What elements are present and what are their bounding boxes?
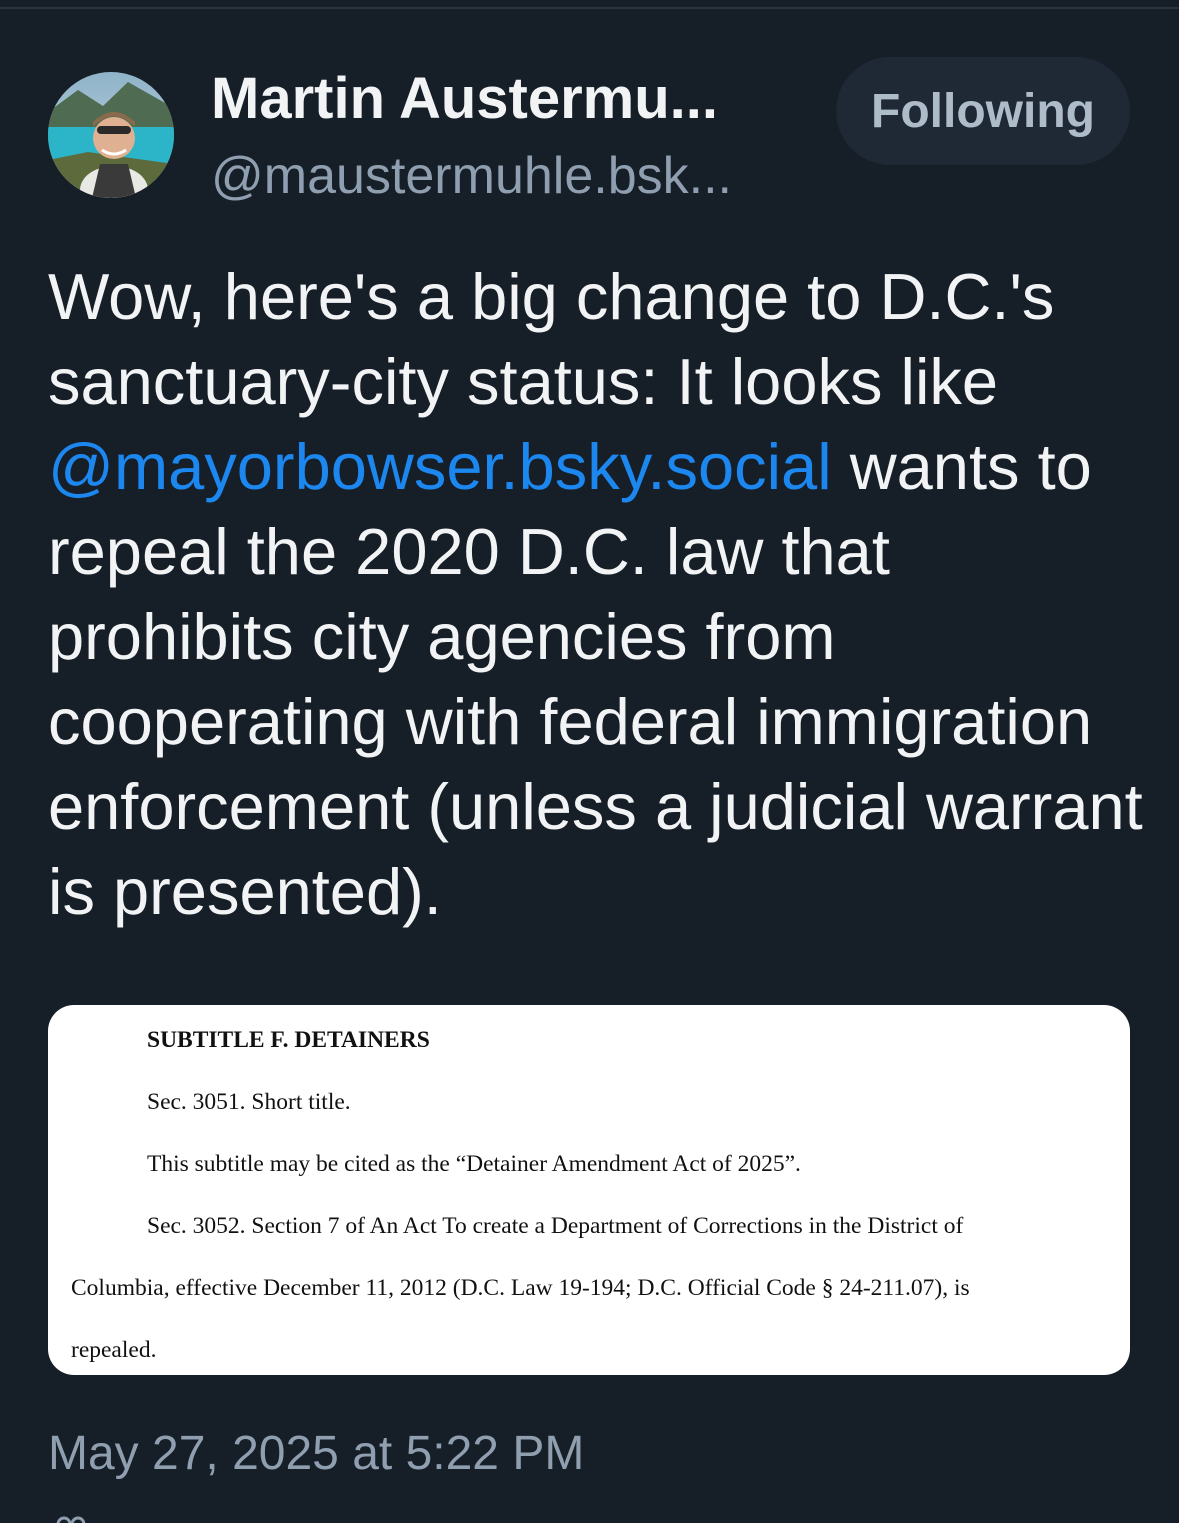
document-heading: SUBTITLE F. DETAINERS (147, 1027, 430, 1053)
post-text-part-1: Wow, here's a big change to D.C.'s sanct… (48, 260, 1055, 418)
footer-row-partial (50, 1508, 104, 1523)
author-display-name[interactable]: Martin Austermu... (211, 64, 718, 134)
author-handle[interactable]: @maustermuhle.bsk... (211, 144, 732, 208)
embedded-document-image[interactable]: SUBTITLE F. DETAINERS Sec. 3051. Short t… (48, 1005, 1130, 1375)
post-timestamp: May 27, 2025 at 5:22 PM (48, 1427, 585, 1480)
avatar-photo (48, 72, 174, 198)
document-line: repealed. (71, 1337, 157, 1363)
document-line: Sec. 3052. Section 7 of An Act To create… (147, 1213, 964, 1239)
following-button[interactable]: Following (836, 57, 1130, 165)
post-text: Wow, here's a big change to D.C.'s sanct… (48, 254, 1148, 934)
document-line: Sec. 3051. Short title. (147, 1089, 351, 1115)
top-divider (0, 7, 1179, 9)
author-avatar[interactable] (48, 72, 174, 198)
document-line: Columbia, effective December 11, 2012 (D… (71, 1275, 970, 1301)
mention-link[interactable]: @mayorbowser.bsky.social (48, 430, 832, 503)
post-text-part-2: wants to repeal the 2020 D.C. law that p… (48, 430, 1143, 928)
people-icon (50, 1508, 90, 1523)
document-line: This subtitle may be cited as the “Detai… (147, 1151, 801, 1177)
